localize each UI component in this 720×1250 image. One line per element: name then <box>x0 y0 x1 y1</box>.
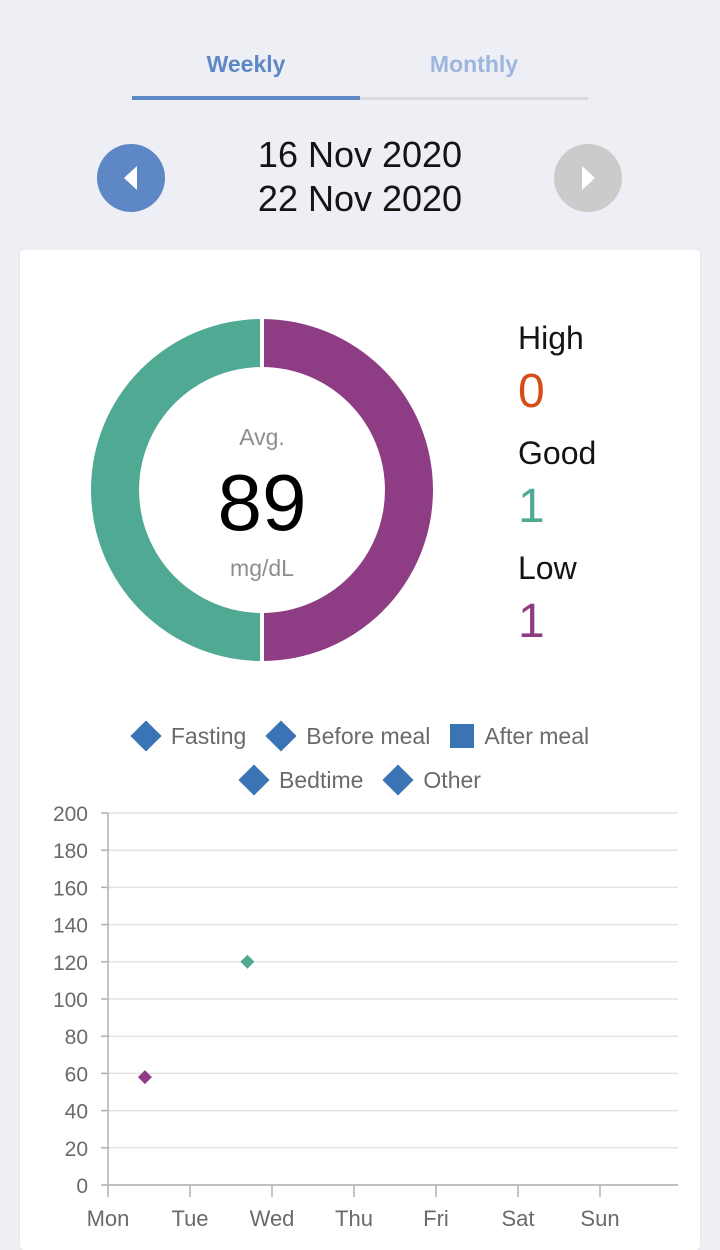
square-icon <box>450 724 475 748</box>
glucose-summary-card: Avg. 89 mg/dL High 0 Good 1 Low 1 Fastin… <box>20 250 700 1250</box>
high-label: High <box>518 320 584 356</box>
y-tick-label: 80 <box>65 1026 88 1049</box>
x-tick-label: Sun <box>580 1206 619 1231</box>
date-range: 16 Nov 2020 22 Nov 2020 <box>180 133 540 221</box>
legend-after-meal[interactable]: After meal <box>450 720 589 752</box>
average-unit: mg/dL <box>230 555 294 581</box>
next-week-button[interactable] <box>554 144 622 212</box>
y-tick-label: 180 <box>53 840 88 863</box>
active-tab-indicator <box>132 96 360 100</box>
y-tick-label: 120 <box>53 952 88 975</box>
legend-label: Before meal <box>306 722 431 749</box>
low-count: 1 <box>518 595 545 648</box>
y-tick-label: 40 <box>65 1101 88 1124</box>
legend-fasting[interactable]: Fasting <box>130 720 247 752</box>
good-label: Good <box>518 435 597 471</box>
chevron-left-icon <box>124 166 137 190</box>
x-tick-label: Fri <box>423 1206 449 1231</box>
diamond-icon <box>130 720 162 752</box>
chart-legend: Fasting Before meal After meal <box>20 720 700 752</box>
x-tick-label: Sat <box>501 1206 534 1231</box>
legend-label: After meal <box>484 722 590 749</box>
date-range-end: 22 Nov 2020 <box>257 178 463 219</box>
y-tick-label: 200 <box>53 803 88 826</box>
diamond-icon <box>265 720 297 752</box>
average-label: Avg. <box>239 424 285 450</box>
x-tick-label: Tue <box>171 1206 208 1231</box>
legend-before-meal[interactable]: Before meal <box>265 720 431 752</box>
high-count: 0 <box>518 365 545 418</box>
y-tick-label: 140 <box>53 915 88 938</box>
x-tick-label: Wed <box>250 1206 295 1231</box>
x-tick-label: Mon <box>87 1206 130 1231</box>
chevron-right-icon <box>582 166 595 190</box>
date-range-start: 16 Nov 2020 <box>257 134 463 175</box>
average-value: 89 <box>217 458 307 547</box>
tab-weekly[interactable]: Weekly <box>132 30 360 98</box>
y-tick-label: 60 <box>65 1063 88 1086</box>
y-tick-label: 20 <box>65 1138 88 1161</box>
previous-week-button[interactable] <box>97 144 165 212</box>
period-tabs: Weekly Monthly <box>132 30 588 102</box>
y-tick-label: 100 <box>53 989 88 1012</box>
legend-label: Fasting <box>170 722 247 749</box>
low-label: Low <box>518 550 577 586</box>
y-tick-label: 0 <box>76 1175 88 1198</box>
data-point[interactable] <box>240 954 255 969</box>
x-tick-label: Thu <box>335 1206 373 1231</box>
good-count: 1 <box>518 480 545 533</box>
weekly-glucose-scatter-chart: 0 20 40 60 80 100 120 140 160 180 200 Mon Tue Wed Thu F… <box>53 803 678 1231</box>
tab-monthly[interactable]: Monthly <box>360 30 588 98</box>
data-point[interactable] <box>137 1070 152 1085</box>
y-tick-label: 160 <box>53 877 88 900</box>
